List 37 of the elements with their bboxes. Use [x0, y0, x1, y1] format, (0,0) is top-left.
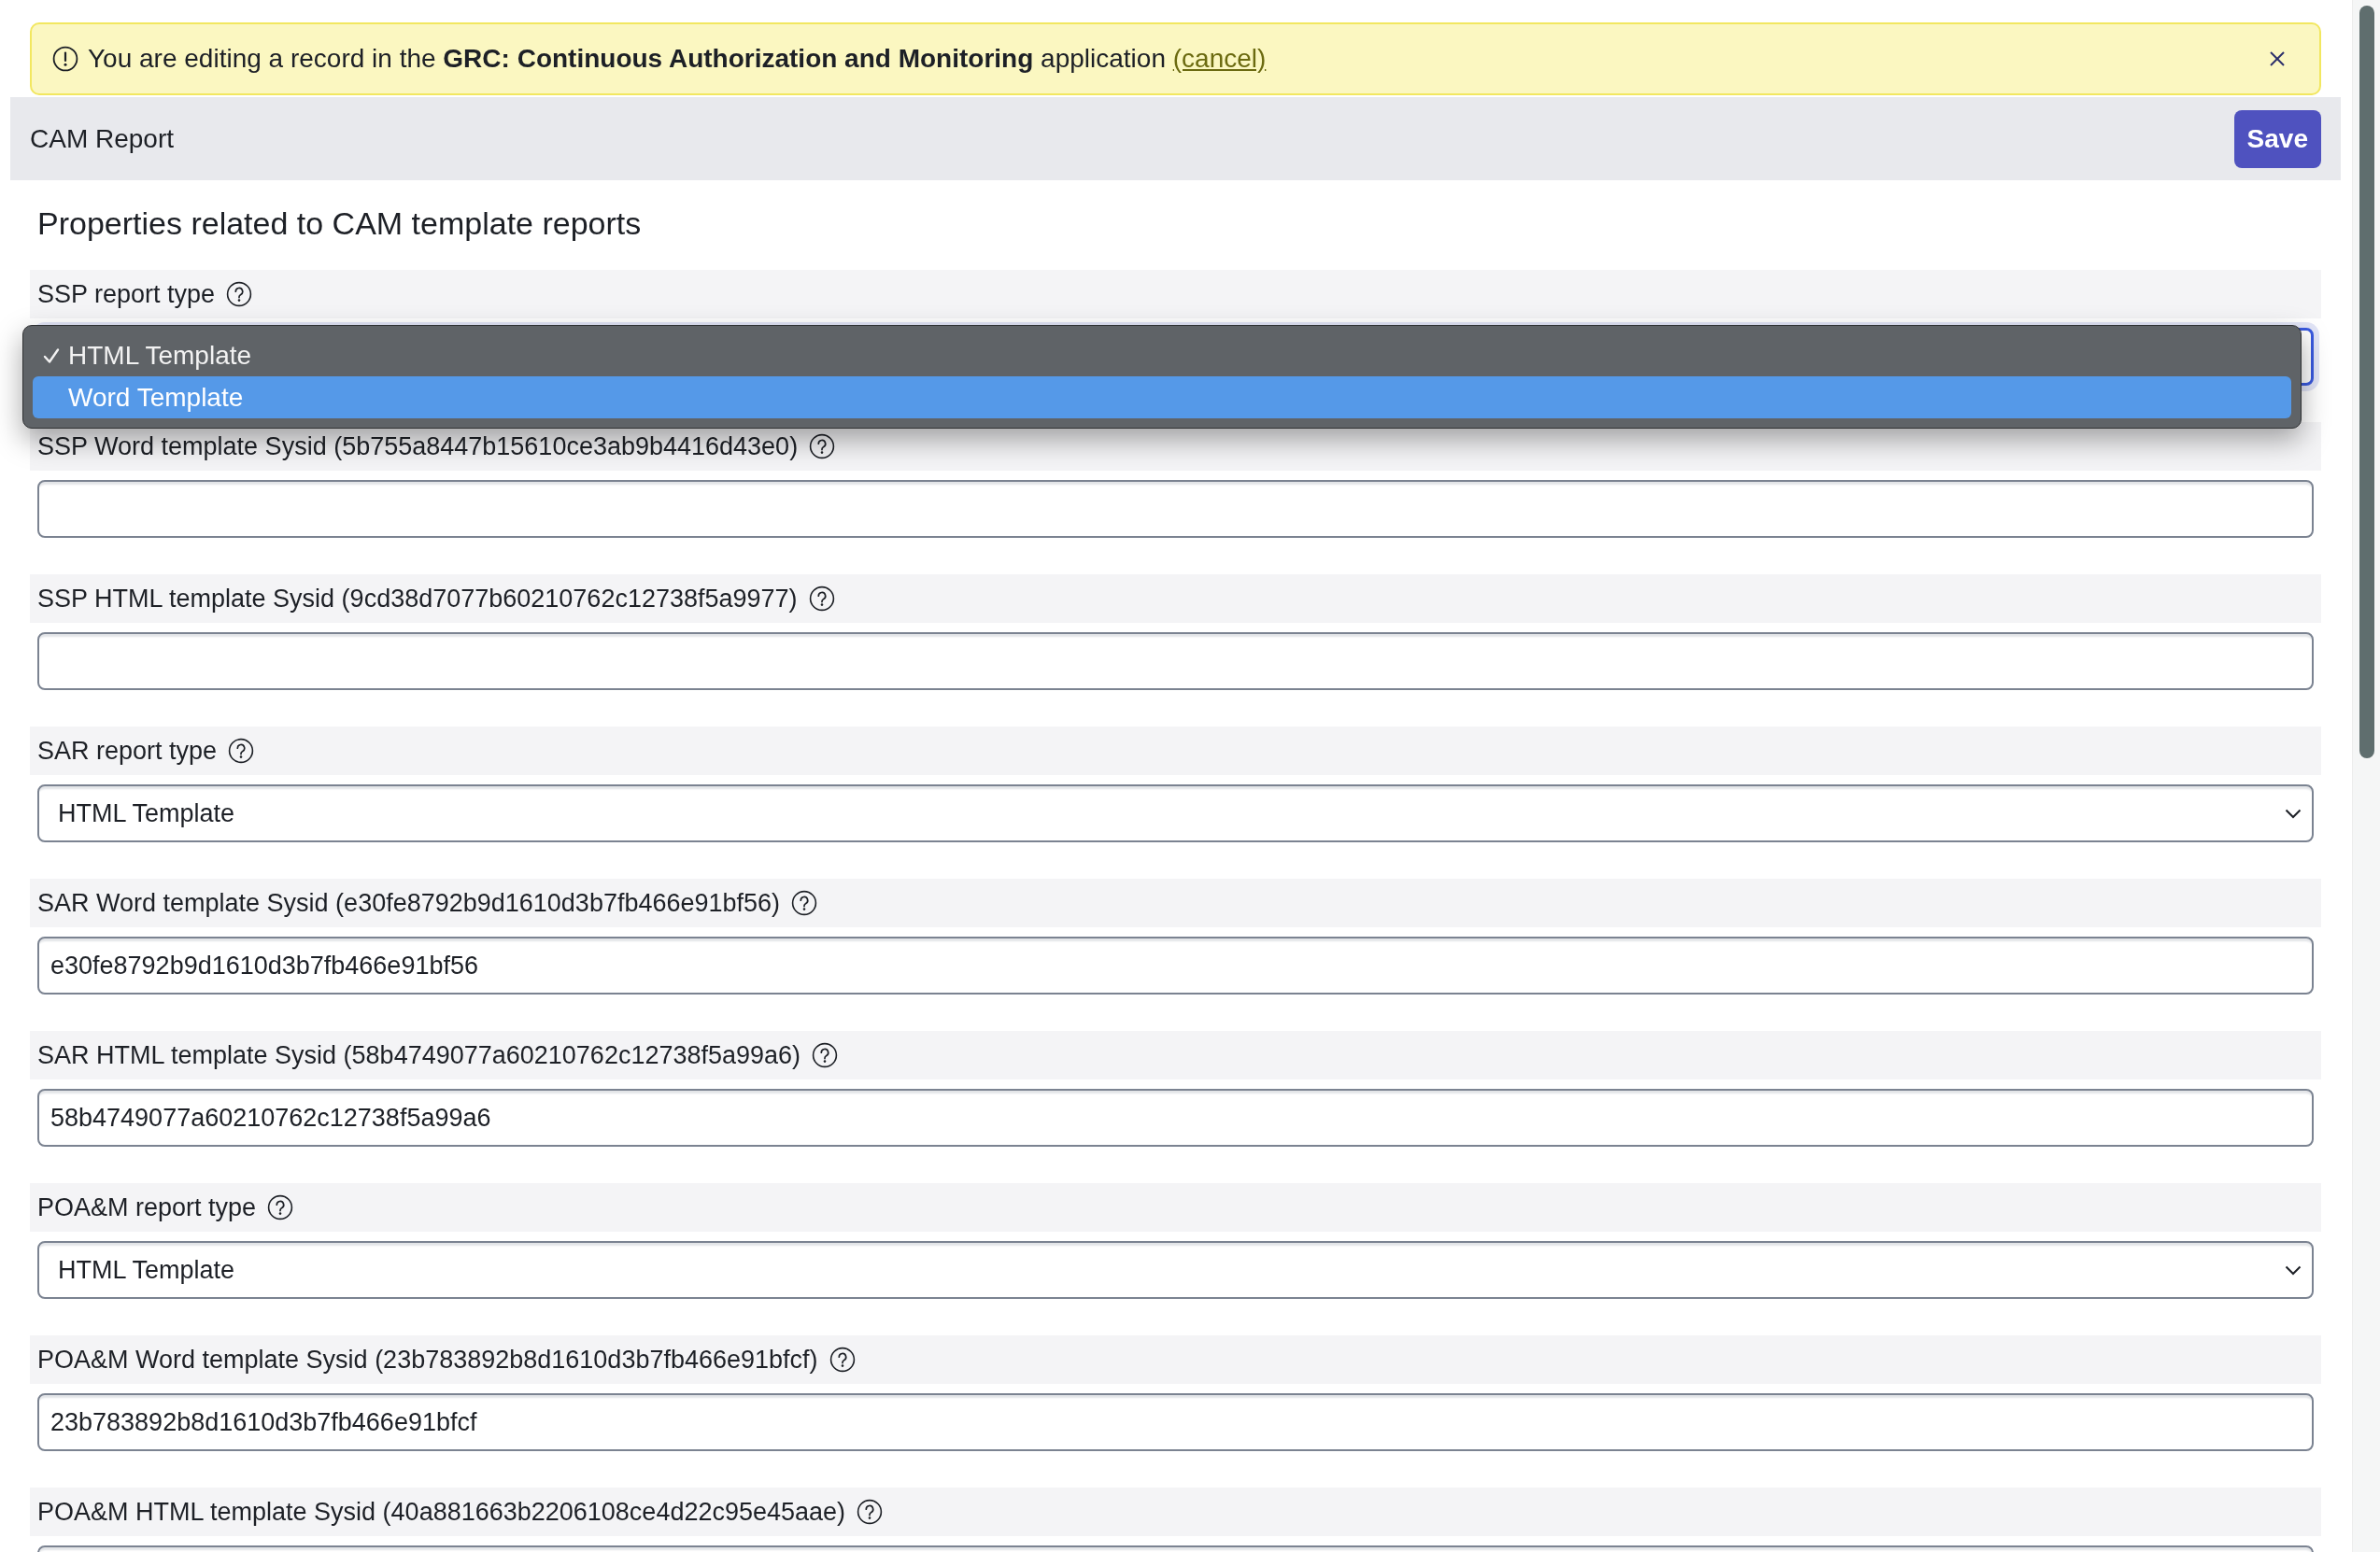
help-icon[interactable]: [812, 1042, 839, 1068]
section-heading: Properties related to CAM template reports: [37, 205, 643, 243]
dropdown-option[interactable]: HTML Template: [33, 334, 2291, 376]
field-label: SAR HTML template Sysid (58b4749077a60210762c12738f5a99a6): [37, 1042, 801, 1068]
field-label: POA&M Word template Sysid (23b783892b8d1610d3b7fb466e91bfcf): [37, 1347, 818, 1373]
close-icon[interactable]: [2269, 50, 2286, 67]
cancel-link[interactable]: (cancel): [1172, 44, 1267, 73]
help-icon[interactable]: [857, 1499, 884, 1525]
help-icon[interactable]: [228, 738, 255, 764]
notice-message: You are editing a record in the GRC: Continuous Authorization and Monitoring application (cancel): [88, 43, 1268, 75]
warning-icon: [52, 46, 78, 72]
text-field[interactable]: 58b4749077a60210762c12738f5a99a6: [37, 1089, 2314, 1147]
dropdown-field[interactable]: HTML Template: [37, 784, 2314, 842]
help-icon[interactable]: [267, 1194, 294, 1220]
field-label: POA&M report type: [37, 1194, 257, 1220]
help-icon[interactable]: [808, 586, 835, 612]
chevron-down-icon[interactable]: [2285, 808, 2302, 819]
field-label: POA&M HTML template Sysid (40a881663b2206108ce4d22c95e45aae): [37, 1499, 846, 1525]
check-icon: [43, 346, 60, 364]
help-icon[interactable]: [226, 281, 253, 307]
text-field[interactable]: 23b783892b8d1610d3b7fb466e91bfcf: [37, 1393, 2314, 1451]
scrollbar-thumb[interactable]: [2359, 6, 2374, 758]
field-label: SSP Word template Sysid (5b755a8447b15610ce3ab9b4416d43e0): [37, 433, 799, 459]
help-icon[interactable]: [791, 890, 818, 916]
text-field[interactable]: [37, 480, 2314, 538]
help-icon[interactable]: [809, 433, 836, 459]
field-label: SSP report type: [37, 281, 216, 307]
save-button[interactable]: Save: [2233, 109, 2321, 168]
field-label: SAR report type: [37, 738, 218, 764]
form-title: CAM Report: [30, 125, 175, 152]
field-label: SAR Word template Sysid (e30fe8792b9d1610d3b7fb466e91bf56): [37, 890, 781, 916]
chevron-down-icon[interactable]: [2285, 1264, 2302, 1276]
field-label: SSP HTML template Sysid (9cd38d7077b60210762c12738f5a9977): [37, 586, 798, 612]
text-field[interactable]: [37, 632, 2314, 690]
dropdown-field[interactable]: HTML Template: [37, 1241, 2314, 1299]
help-icon[interactable]: [829, 1347, 856, 1373]
text-field[interactable]: e30fe8792b9d1610d3b7fb466e91bf56: [37, 937, 2314, 995]
